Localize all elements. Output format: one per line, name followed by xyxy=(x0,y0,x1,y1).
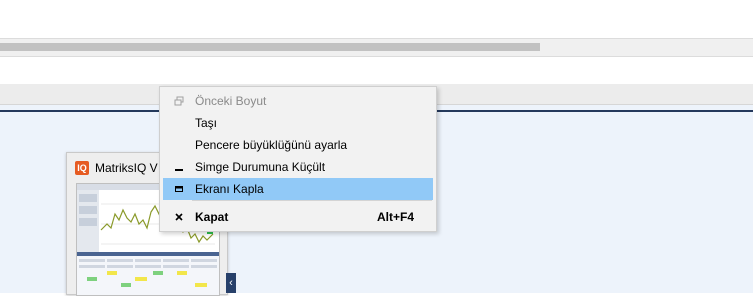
close-icon xyxy=(163,212,195,222)
window-context-menu: Önceki Boyut Taşı Pencere büyüklüğünü ay… xyxy=(159,86,437,232)
menu-item-size[interactable]: Pencere büyüklüğünü ayarla xyxy=(163,134,433,156)
menu-item-label: Simge Durumuna Küçült xyxy=(195,160,326,174)
menu-item-move[interactable]: Taşı xyxy=(163,112,433,134)
app-logo-icon: IQ xyxy=(75,161,89,175)
window-content-gap xyxy=(0,57,753,84)
horizontal-scrollbar[interactable] xyxy=(0,38,753,57)
menu-item-label: Pencere büyüklüğünü ayarla xyxy=(195,138,348,152)
menu-item-close[interactable]: Kapat Alt+F4 xyxy=(163,206,433,228)
menu-item-shortcut: Alt+F4 xyxy=(377,210,415,224)
menu-item-minimize[interactable]: Simge Durumuna Küçült xyxy=(163,156,433,178)
menu-item-label: Ekranı Kapla xyxy=(195,182,264,196)
menu-item-label: Taşı xyxy=(195,116,218,130)
menu-item-maximize[interactable]: Ekranı Kapla xyxy=(163,178,433,200)
horizontal-scrollbar-thumb[interactable] xyxy=(0,43,540,51)
menu-item-restore[interactable]: Önceki Boyut xyxy=(163,90,433,112)
menu-separator xyxy=(192,200,432,201)
menu-item-label: Kapat xyxy=(195,210,229,224)
thumbnail-title: MatriksIQ V xyxy=(95,161,158,175)
menu-item-label: Önceki Boyut xyxy=(195,94,267,108)
minimize-icon xyxy=(163,162,195,172)
maximize-icon xyxy=(163,184,195,194)
window-content-top xyxy=(0,0,753,38)
thumbnail-title-bar: IQ MatriksIQ V xyxy=(75,160,158,176)
restore-icon xyxy=(163,96,195,106)
thumbnail-scroll-button[interactable]: ‹ xyxy=(226,273,236,293)
